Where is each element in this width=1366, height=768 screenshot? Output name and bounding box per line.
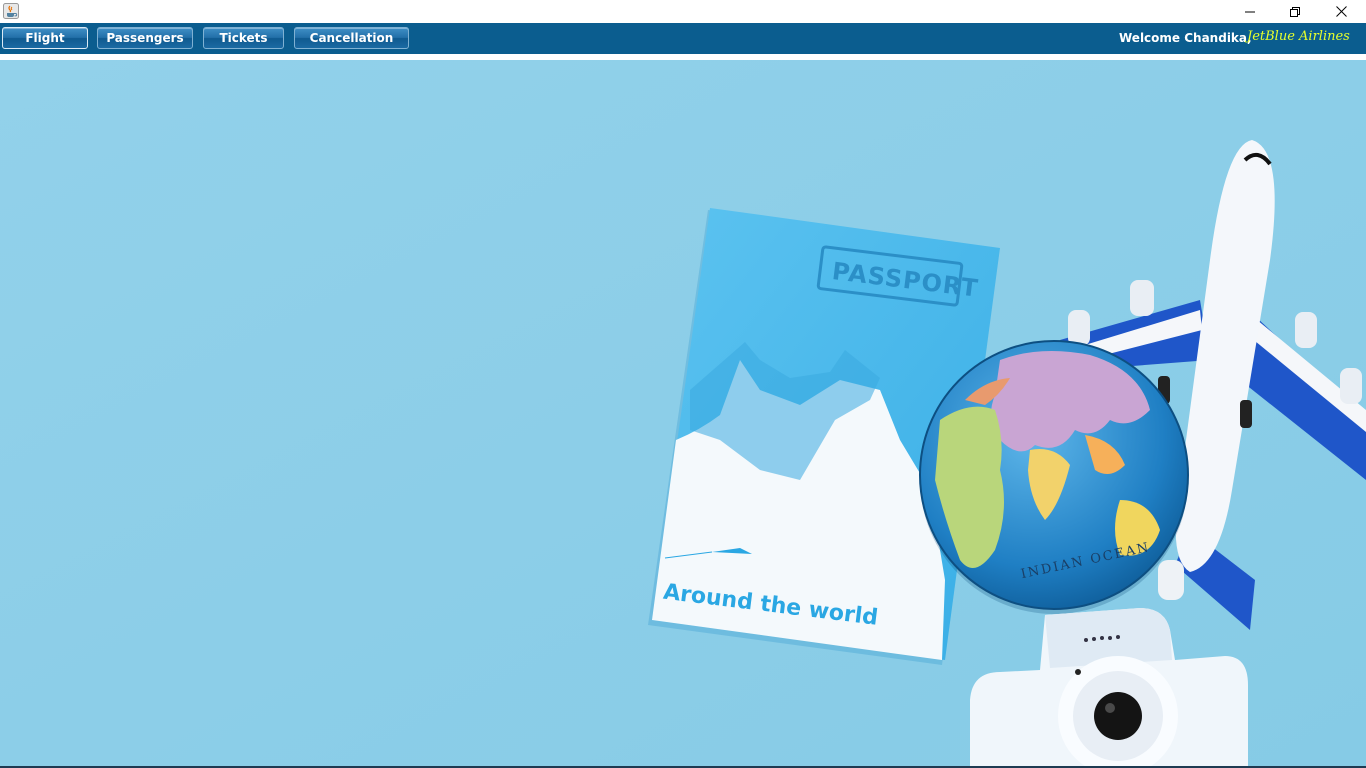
tickets-button[interactable]: Tickets (203, 27, 284, 49)
main-content: PASSPORT Around the world INDIAN OCEAN (0, 54, 1366, 768)
minimize-button[interactable] (1227, 0, 1273, 23)
close-icon (1335, 6, 1347, 17)
minimize-icon (1245, 11, 1255, 12)
welcome-text: Welcome Chandika, (1119, 31, 1252, 45)
background-travel-photo: PASSPORT Around the world INDIAN OCEAN (0, 60, 1366, 768)
passengers-button[interactable]: Passengers (97, 27, 193, 49)
restore-icon (1290, 6, 1300, 17)
window-titlebar (0, 0, 1366, 23)
restore-button[interactable] (1272, 0, 1318, 23)
close-button[interactable] (1318, 0, 1364, 23)
globe-graphic: INDIAN OCEAN (919, 340, 1189, 614)
flight-button[interactable]: Flight (2, 27, 88, 49)
airline-brand: JetBlue Airlines (1247, 29, 1350, 44)
cancellation-button[interactable]: Cancellation (294, 27, 409, 49)
java-cup-icon[interactable] (3, 3, 19, 19)
